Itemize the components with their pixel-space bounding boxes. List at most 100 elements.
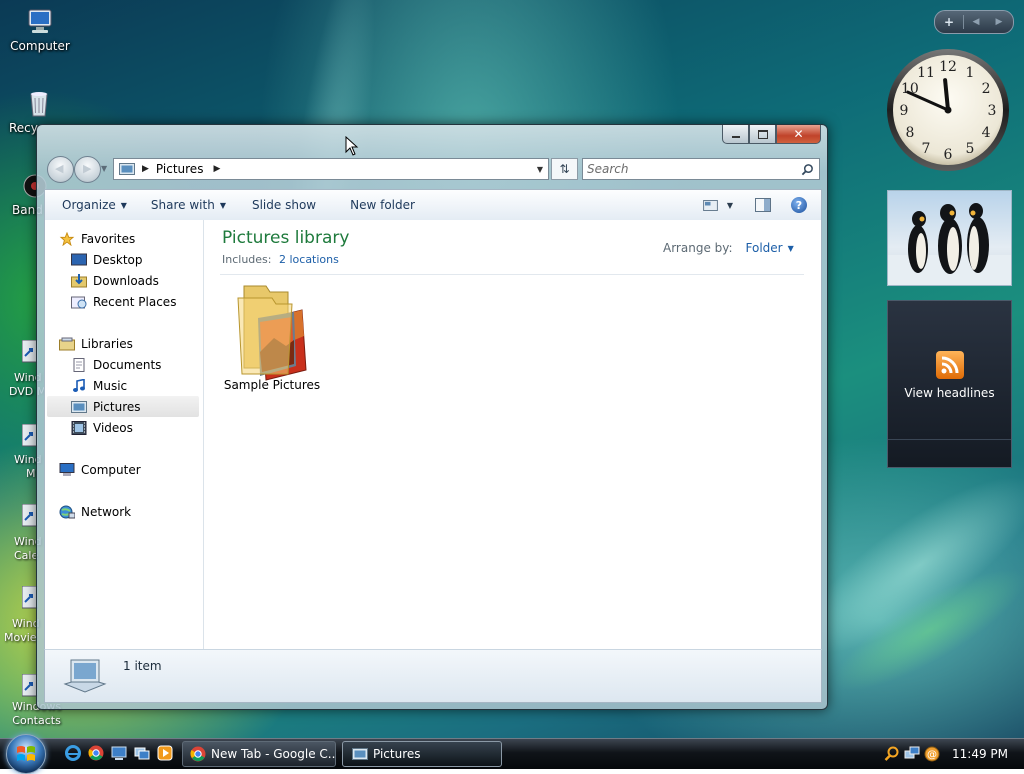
chrome-icon xyxy=(190,746,206,762)
nav-label: Computer xyxy=(81,462,141,477)
taskbar: New Tab - Google C... Pictures @ 11:49 P… xyxy=(0,734,1024,774)
internet-explorer-icon[interactable] xyxy=(65,745,81,761)
clock-numeral: 8 xyxy=(905,125,914,141)
address-bar[interactable]: ▶ Pictures ▶ ▼ xyxy=(113,158,549,180)
content-area: Favorites Desktop Downloads Recent Place… xyxy=(44,220,822,649)
preview-pane-button[interactable] xyxy=(751,194,775,216)
nav-documents[interactable]: Documents xyxy=(71,354,199,375)
nav-network[interactable]: Network xyxy=(59,501,199,522)
nav-label: Libraries xyxy=(81,336,133,351)
address-dropdown-icon[interactable]: ▼ xyxy=(532,159,548,179)
switch-windows-icon[interactable] xyxy=(134,745,150,761)
recent-pages-dropdown[interactable]: ▼ xyxy=(101,164,107,173)
add-gadget-icon[interactable]: + xyxy=(935,15,964,29)
previous-icon[interactable]: ◀ xyxy=(964,17,988,27)
arrange-by-dropdown[interactable]: Folder ▼ xyxy=(746,241,794,255)
feed-headlines-gadget[interactable]: View headlines xyxy=(887,300,1012,468)
close-button[interactable]: ✕ xyxy=(776,125,821,144)
computer-icon xyxy=(28,9,52,33)
arrange-by: Arrange by: Folder ▼ xyxy=(663,241,794,255)
refresh-button[interactable]: ⇅ xyxy=(551,158,578,180)
start-button[interactable] xyxy=(6,734,46,774)
includes-locations-link[interactable]: 2 locations xyxy=(279,253,339,266)
nav-computer[interactable]: Computer xyxy=(59,459,199,480)
back-arrow-icon: ◀ xyxy=(55,162,64,175)
nav-desktop[interactable]: Desktop xyxy=(71,249,199,270)
refresh-icon: ⇅ xyxy=(559,162,570,176)
organize-button[interactable]: Organize ▼ xyxy=(45,198,139,212)
help-icon: ? xyxy=(791,197,807,213)
close-icon: ✕ xyxy=(793,127,804,141)
desktop-icon xyxy=(71,253,87,265)
taskbar-button-label: New Tab - Google C... xyxy=(211,747,336,761)
clock-numeral: 4 xyxy=(982,125,991,141)
nav-label: Network xyxy=(81,504,132,519)
help-button[interactable]: ? xyxy=(787,194,811,216)
breadcrumb-pictures[interactable]: Pictures xyxy=(156,162,204,176)
sidebar-gadget-controls: + ◀ ▶ xyxy=(934,10,1014,34)
clock-numeral: 5 xyxy=(966,141,975,157)
breadcrumb-arrow-icon[interactable]: ▶ xyxy=(213,164,220,174)
change-view-button[interactable] xyxy=(699,194,721,216)
network-tray-icon[interactable] xyxy=(904,746,920,762)
clock-numeral: 11 xyxy=(917,65,935,81)
file-list-pane: Pictures library Includes: 2 locations A… xyxy=(204,220,821,649)
command-bar: Organize ▼ Share with ▼ Slide show New fol… xyxy=(44,189,822,221)
libraries-icon xyxy=(59,337,75,350)
clock-numeral: 3 xyxy=(988,103,997,119)
maximize-button[interactable] xyxy=(749,125,776,144)
recycle-bin-icon xyxy=(30,92,48,117)
security-tray-icon[interactable]: @ xyxy=(924,746,940,762)
share-with-button[interactable]: Share with ▼ xyxy=(139,198,238,212)
clock-numeral: 7 xyxy=(922,141,931,157)
slide-show-button[interactable]: Slide show xyxy=(238,198,328,212)
nav-pictures[interactable]: Pictures xyxy=(47,396,199,417)
desktop-icon-label: Computer xyxy=(10,39,70,53)
next-icon[interactable]: ▶ xyxy=(988,17,1010,27)
forward-arrow-icon: ▶ xyxy=(83,162,92,175)
navigation-row: ◀ ▶ ▼ ▶ Pictures ▶ ▼ ⇅ Search xyxy=(45,155,821,183)
search-tray-icon[interactable] xyxy=(884,746,900,762)
share-with-label: Share with xyxy=(150,198,215,212)
breadcrumb-arrow-icon[interactable]: ▶ xyxy=(142,164,149,174)
nav-recent-places[interactable]: Recent Places xyxy=(71,291,199,312)
header-divider xyxy=(220,274,804,275)
clock-gadget[interactable]: 1234567891011 12 xyxy=(886,48,1010,172)
downloads-icon xyxy=(71,273,87,287)
windows-logo-icon xyxy=(17,746,35,761)
new-folder-button[interactable]: New folder xyxy=(328,198,427,212)
search-icon[interactable] xyxy=(801,163,814,176)
nav-music[interactable]: Music xyxy=(71,375,199,396)
nav-label: Downloads xyxy=(93,273,159,288)
back-button[interactable]: ◀ xyxy=(47,156,74,183)
nav-downloads[interactable]: Downloads xyxy=(71,270,199,291)
chrome-icon[interactable] xyxy=(88,745,104,761)
penguins-photo xyxy=(888,203,1011,285)
forward-button[interactable]: ▶ xyxy=(74,156,101,183)
slide-show-label: Slide show xyxy=(251,198,317,212)
taskbar-button-chrome[interactable]: New Tab - Google C... xyxy=(182,741,336,767)
documents-icon xyxy=(73,357,85,372)
videos-icon xyxy=(71,420,87,435)
taskbar-button-pictures[interactable]: Pictures xyxy=(342,741,502,767)
svg-text:@: @ xyxy=(927,750,937,761)
media-player-icon[interactable] xyxy=(157,745,173,761)
nav-videos[interactable]: Videos xyxy=(71,417,199,438)
desktop-icon-computer[interactable]: Computer xyxy=(2,8,78,53)
nav-libraries[interactable]: Libraries xyxy=(59,333,199,354)
preview-pane-icon xyxy=(755,198,771,212)
minimize-button[interactable] xyxy=(722,125,749,144)
slideshow-gadget[interactable] xyxy=(887,190,1012,286)
clock-time[interactable]: 11:49 PM xyxy=(952,747,1008,761)
maximize-icon xyxy=(757,129,768,139)
gadget-divider xyxy=(888,439,1011,440)
search-input[interactable]: Search xyxy=(582,158,820,180)
view-options-dropdown[interactable]: ▼ xyxy=(723,194,737,216)
show-desktop-icon[interactable] xyxy=(111,745,127,761)
caption-buttons: ✕ xyxy=(722,125,821,144)
folder-icon xyxy=(237,285,307,381)
nav-favorites[interactable]: Favorites xyxy=(59,228,199,249)
folder-item[interactable]: Sample Pictures xyxy=(222,282,322,392)
music-icon xyxy=(73,378,85,392)
view-headlines-label[interactable]: View headlines xyxy=(888,386,1011,400)
